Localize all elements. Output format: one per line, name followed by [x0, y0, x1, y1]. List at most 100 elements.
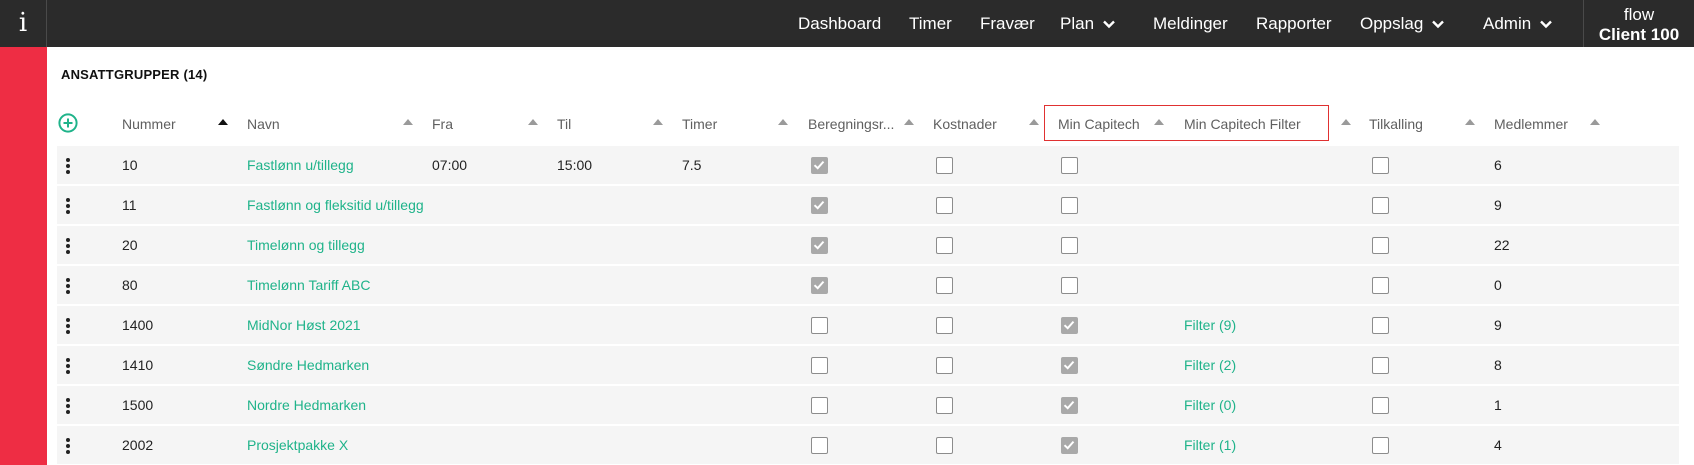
nav-fravaer[interactable]: Fravær: [980, 0, 1035, 47]
filter-link[interactable]: Filter (0): [1184, 386, 1334, 424]
nav-plan[interactable]: Plan: [1060, 0, 1117, 47]
checkbox-beregning[interactable]: [811, 237, 828, 254]
column-header-medlemmer[interactable]: Medlemmer: [1494, 114, 1568, 134]
checkbox-kostnader[interactable]: [936, 357, 953, 374]
filter-link[interactable]: [1184, 146, 1334, 184]
checkbox-kostnader[interactable]: [936, 317, 953, 334]
checkbox-beregning[interactable]: [811, 197, 828, 214]
checkbox-min-capitech[interactable]: [1061, 157, 1078, 174]
checkbox-tilkalling[interactable]: [1372, 157, 1389, 174]
filter-link[interactable]: Filter (9): [1184, 306, 1334, 344]
group-name-link[interactable]: Søndre Hedmarken: [247, 346, 427, 384]
column-header-tilkalling[interactable]: Tilkalling: [1369, 114, 1423, 134]
filter-link[interactable]: Filter (2): [1184, 346, 1334, 384]
column-header-min-capitech[interactable]: Min Capitech: [1058, 114, 1140, 134]
column-header-kostnader[interactable]: Kostnader: [933, 114, 997, 134]
checkbox-tilkalling[interactable]: [1372, 317, 1389, 334]
nav-timer[interactable]: Timer: [909, 0, 952, 47]
checkbox-tilkalling[interactable]: [1372, 237, 1389, 254]
checkbox-kostnader[interactable]: [936, 397, 953, 414]
nav-meldinger[interactable]: Meldinger: [1153, 0, 1228, 47]
column-header-timer[interactable]: Timer: [682, 114, 717, 134]
kebab-menu-icon[interactable]: [57, 306, 77, 344]
checkbox-beregning[interactable]: [811, 277, 828, 294]
group-name-link[interactable]: Timelønn og tillegg: [247, 226, 427, 264]
nav-admin[interactable]: Admin: [1483, 0, 1554, 47]
group-name-link[interactable]: Fastlønn u/tillegg: [247, 146, 427, 184]
checkbox-beregning[interactable]: [811, 397, 828, 414]
sort-arrow-icon[interactable]: [653, 119, 663, 125]
filter-link[interactable]: [1184, 226, 1334, 264]
checkbox-tilkalling[interactable]: [1372, 197, 1389, 214]
sort-arrow-icon[interactable]: [778, 119, 788, 125]
checkbox-tilkalling[interactable]: [1372, 357, 1389, 374]
sort-arrow-icon[interactable]: [1029, 119, 1039, 125]
filter-link[interactable]: Filter (1): [1184, 426, 1334, 464]
nav-dashboard[interactable]: Dashboard: [798, 0, 881, 47]
kebab-menu-icon[interactable]: [57, 146, 77, 184]
checkbox-beregning[interactable]: [811, 157, 828, 174]
checkbox-min-capitech[interactable]: [1061, 317, 1078, 334]
sort-arrow-icon[interactable]: [1341, 119, 1351, 125]
checkbox-min-capitech[interactable]: [1061, 357, 1078, 374]
kebab-menu-icon[interactable]: [57, 266, 77, 304]
cell-timer: [682, 306, 792, 344]
nav-timer-label: Timer: [909, 14, 952, 33]
kebab-menu-icon[interactable]: [57, 386, 77, 424]
checkbox-tilkalling[interactable]: [1372, 397, 1389, 414]
checkbox-tilkalling[interactable]: [1372, 437, 1389, 454]
column-header-navn[interactable]: Navn: [247, 114, 280, 134]
checkbox-min-capitech[interactable]: [1061, 197, 1078, 214]
column-header-til[interactable]: Til: [557, 114, 571, 134]
sort-arrow-icon[interactable]: [904, 119, 914, 125]
info-icon[interactable]: i: [0, 0, 47, 47]
cell-til: [557, 186, 667, 224]
sort-arrow-icon[interactable]: [403, 119, 413, 125]
checkbox-beregning[interactable]: [811, 437, 828, 454]
group-name-link[interactable]: Fastlønn og fleksitid u/tillegg: [247, 186, 427, 224]
table-row: 11 Fastlønn og fleksitid u/tillegg 9: [57, 186, 1679, 224]
add-group-button[interactable]: [58, 113, 78, 133]
sort-arrow-icon[interactable]: [1465, 119, 1475, 125]
cell-nummer: 10: [122, 157, 138, 173]
column-header-min-capitech-filter[interactable]: Min Capitech Filter: [1184, 114, 1301, 134]
sort-arrow-icon[interactable]: [528, 119, 538, 125]
filter-link[interactable]: [1184, 266, 1334, 304]
group-name-link[interactable]: MidNor Høst 2021: [247, 306, 427, 344]
chevron-down-icon: [1540, 20, 1553, 28]
cell-timer: [682, 186, 792, 224]
table-row: 20 Timelønn og tillegg 22: [57, 226, 1679, 264]
client-switcher[interactable]: flow Client 100: [1583, 0, 1694, 47]
cell-til: [557, 346, 667, 384]
brand-label: flow: [1623, 5, 1655, 24]
checkbox-min-capitech[interactable]: [1061, 397, 1078, 414]
column-header-fra[interactable]: Fra: [432, 114, 453, 134]
cell-nummer: 20: [122, 237, 138, 253]
checkbox-kostnader[interactable]: [936, 277, 953, 294]
checkbox-kostnader[interactable]: [936, 237, 953, 254]
checkbox-min-capitech[interactable]: [1061, 237, 1078, 254]
kebab-menu-icon[interactable]: [57, 226, 77, 264]
group-name-link[interactable]: Prosjektpakke X: [247, 426, 427, 464]
group-name-link[interactable]: Nordre Hedmarken: [247, 386, 427, 424]
sort-arrow-icon[interactable]: [1154, 119, 1164, 125]
kebab-menu-icon[interactable]: [57, 186, 77, 224]
kebab-menu-icon[interactable]: [57, 346, 77, 384]
filter-link[interactable]: [1184, 186, 1334, 224]
checkbox-kostnader[interactable]: [936, 157, 953, 174]
column-header-beregning[interactable]: Beregningsr...: [808, 114, 894, 134]
nav-oppslag[interactable]: Oppslag: [1360, 0, 1446, 47]
checkbox-beregning[interactable]: [811, 317, 828, 334]
checkbox-beregning[interactable]: [811, 357, 828, 374]
checkbox-min-capitech[interactable]: [1061, 437, 1078, 454]
checkbox-tilkalling[interactable]: [1372, 277, 1389, 294]
column-header-nummer[interactable]: Nummer: [122, 114, 176, 134]
sort-arrow-icon[interactable]: [218, 119, 228, 125]
checkbox-kostnader[interactable]: [936, 437, 953, 454]
sort-arrow-icon[interactable]: [1590, 119, 1600, 125]
kebab-menu-icon[interactable]: [57, 426, 77, 464]
nav-rapporter[interactable]: Rapporter: [1256, 0, 1332, 47]
group-name-link[interactable]: Timelønn Tariff ABC: [247, 266, 427, 304]
checkbox-kostnader[interactable]: [936, 197, 953, 214]
checkbox-min-capitech[interactable]: [1061, 277, 1078, 294]
